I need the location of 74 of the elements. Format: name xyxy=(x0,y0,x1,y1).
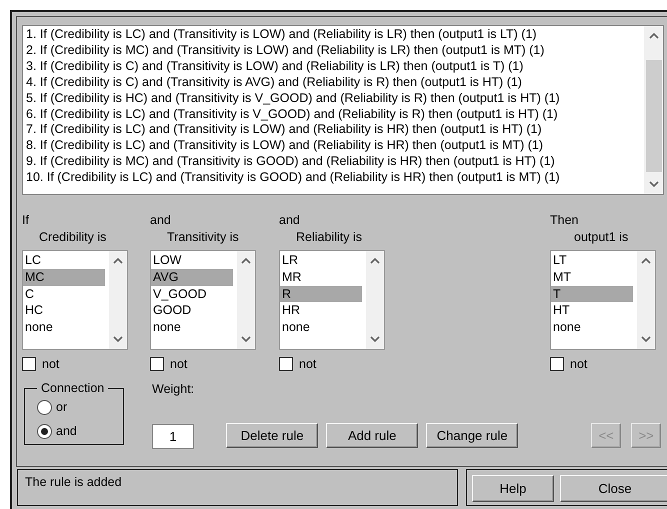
membership-listbox[interactable]: LT MT T HT none xyxy=(550,250,656,350)
connective-label: and xyxy=(279,212,300,229)
group-title: Connection xyxy=(40,381,106,395)
list-item[interactable]: MT xyxy=(551,268,633,286)
scroll-up-icon[interactable] xyxy=(113,257,123,264)
list-item[interactable]: none xyxy=(551,319,633,336)
membership-listbox[interactable]: LR MR R HR none xyxy=(279,250,385,350)
not-checkbox[interactable] xyxy=(550,357,564,371)
list-item[interactable]: none xyxy=(151,319,233,336)
connective-label: Then xyxy=(550,212,578,229)
rule-line[interactable]: 3. If (Credibility is C) and (Transitivity is LOW) and (Reliability is LR) then (output1 is T) (1) xyxy=(26,58,524,75)
list-item[interactable]: HR xyxy=(280,302,362,320)
variable-label: Reliability is xyxy=(296,229,362,246)
list-item[interactable]: T xyxy=(551,286,633,302)
not-checkbox[interactable] xyxy=(22,357,36,371)
list-item[interactable]: LOW xyxy=(151,252,233,269)
not-checkbox[interactable] xyxy=(150,357,164,371)
scroll-down-icon[interactable] xyxy=(370,336,380,343)
dialog-button[interactable]: Help xyxy=(472,475,554,502)
radio-label: and xyxy=(56,424,77,438)
scroll-up-icon[interactable] xyxy=(370,257,380,264)
connective-label: and xyxy=(150,212,171,229)
list-item[interactable]: GOOD xyxy=(151,302,233,320)
rule-line[interactable]: 6. If (Credibility is LC) and (Transitivity is V_GOOD) and (Reliability is R) then (output1 is HT) (1) xyxy=(26,106,558,122)
list-item[interactable]: V_GOOD xyxy=(151,286,233,302)
checkbox-label: not xyxy=(299,357,316,371)
status-message: The rule is added xyxy=(17,469,458,506)
scroll-up-icon[interactable] xyxy=(649,32,659,39)
not-checkbox[interactable] xyxy=(279,357,293,371)
rule-line[interactable]: 8. If (Credibility is LC) and (Transitivity is LOW) and (Reliability is HR) then (output1 is MT) (1) xyxy=(26,138,544,154)
weight-field[interactable]: 1 xyxy=(152,424,194,449)
checkbox-label: not xyxy=(42,357,60,371)
rule-line[interactable]: 5. If (Credibility is HC) and (Transitivity is V_GOOD) and (Reliability is R) then (output1 is HT) (1) xyxy=(26,90,560,107)
scroll-down-icon[interactable] xyxy=(641,336,651,343)
scrollbar[interactable] xyxy=(644,26,663,194)
variable-label: output1 is xyxy=(574,229,628,246)
list-item[interactable]: MR xyxy=(280,268,362,286)
list-item[interactable]: none xyxy=(280,319,362,336)
scroll-down-icon[interactable] xyxy=(241,336,251,343)
list-item[interactable]: R xyxy=(280,286,362,302)
checkbox-label: not xyxy=(570,357,588,371)
list-item[interactable]: C xyxy=(23,286,105,302)
list-item[interactable]: MC xyxy=(23,268,105,286)
rule-button[interactable]: Add rule xyxy=(326,423,418,448)
connective-label: If xyxy=(22,212,29,229)
weight-label: Weight: xyxy=(152,382,194,396)
rule-button[interactable]: Delete rule xyxy=(226,423,318,448)
rule-line[interactable]: 10. If (Credibility is LC) and (Transitivity is GOOD) and (Reliability is HR) then (output1 is MT) (1) xyxy=(26,170,560,186)
list-item[interactable]: LC xyxy=(23,252,105,269)
scroll-down-icon[interactable] xyxy=(113,336,123,343)
membership-listbox[interactable]: LOW AVG V_GOOD GOOD none xyxy=(150,250,256,350)
scroll-up-icon[interactable] xyxy=(641,257,651,264)
list-item[interactable]: AVG xyxy=(151,268,233,286)
variable-label: Transitivity is xyxy=(167,229,239,246)
radio-button[interactable] xyxy=(37,424,52,438)
list-item[interactable]: LR xyxy=(280,252,362,269)
rule-line[interactable]: 9. If (Credibility is MC) and (Transitivity is GOOD) and (Reliability is HR) then (output1 is HT) (1) xyxy=(26,154,555,170)
list-item[interactable]: HC xyxy=(23,302,105,320)
rule-line[interactable]: 7. If (Credibility is LC) and (Transitivity is LOW) and (Reliability is HR) then (output1 is HT) (1) xyxy=(26,122,542,138)
rule-line[interactable]: 4. If (Credibility is C) and (Transitivity is AVG) and (Reliability is R) then (output1 is HT) (1) xyxy=(26,74,522,91)
rule-line[interactable]: 2. If (Credibility is MC) and (Transitivity is LOW) and (Reliability is LR) then (output1 is MT) (1) xyxy=(26,42,544,59)
scroll-down-icon[interactable] xyxy=(649,181,659,188)
list-item[interactable]: none xyxy=(23,319,105,336)
list-item[interactable]: HT xyxy=(551,302,633,320)
membership-listbox[interactable]: LC MC C HC none xyxy=(22,250,128,350)
scroll-up-icon[interactable] xyxy=(241,257,251,264)
rule-line[interactable]: 1. If (Credibility is LC) and (Transitivity is LOW) and (Reliability is LR) then (output1 is LT) (1) xyxy=(26,27,537,43)
checkbox-label: not xyxy=(170,357,188,371)
radio-label: or xyxy=(56,400,68,414)
rule-button[interactable]: Change rule xyxy=(426,423,518,448)
radio-button[interactable] xyxy=(37,400,52,414)
list-item[interactable]: LT xyxy=(551,252,633,269)
variable-label: Credibility is xyxy=(39,229,106,246)
dialog-button[interactable]: Close xyxy=(560,475,667,502)
